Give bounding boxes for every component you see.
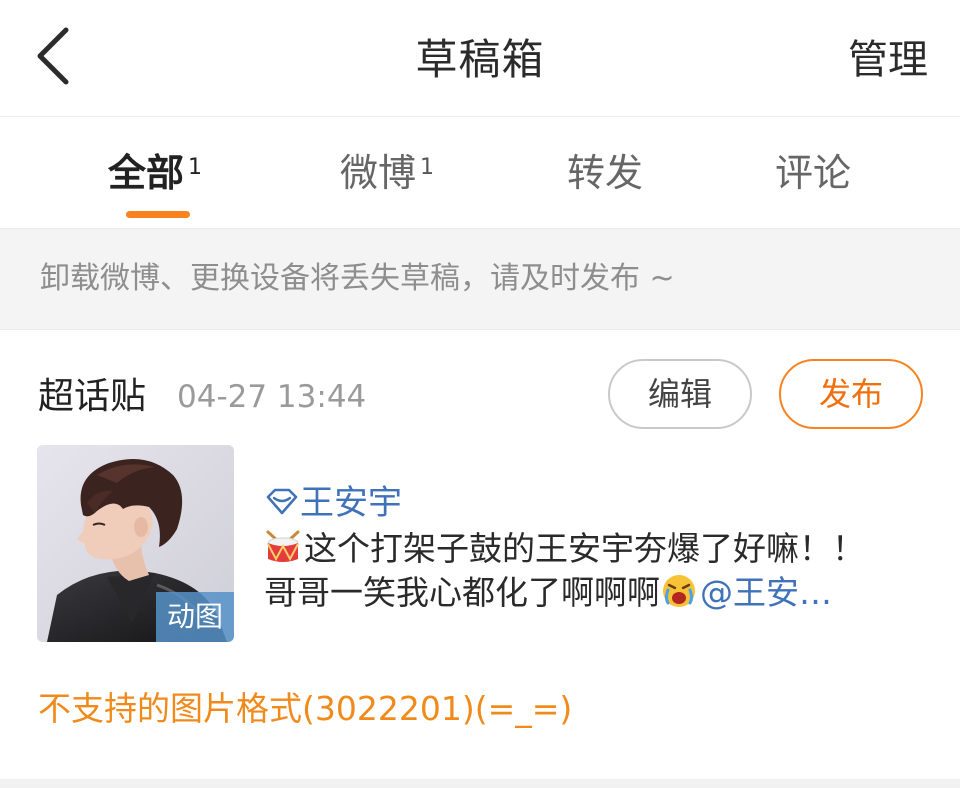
filter-tabs: 全部 1 微博 1 转发 评论	[0, 117, 960, 227]
tab-count: 1	[188, 155, 203, 180]
manage-button[interactable]: 管理	[848, 30, 928, 90]
super-topic-link[interactable]: 王安宇	[264, 481, 402, 525]
notice-banner: 卸载微博、更换设备将丢失草稿，请及时发布 ~	[0, 228, 960, 330]
tab-comment[interactable]: 评论	[775, 145, 851, 205]
tab-repost[interactable]: 转发	[567, 145, 643, 205]
drum-emoji-icon	[264, 528, 302, 566]
tab-weibo[interactable]: 微博 1	[340, 145, 434, 205]
tab-label: 评论	[775, 151, 852, 195]
gif-badge: 动图	[156, 592, 234, 642]
tab-all[interactable]: 全部 1	[108, 145, 202, 205]
image-format-error: 不支持的图片格式(3022201)(=_=)	[38, 689, 573, 728]
section-divider	[0, 779, 960, 788]
mention-link[interactable]: @王安…	[700, 573, 832, 612]
tab-label: 微博	[340, 151, 417, 195]
diamond-icon	[264, 486, 300, 516]
draft-text-line: 这个打架子鼓的王安宇夯爆了好嘛！！	[264, 527, 865, 571]
top-nav-bar: 草稿箱 管理	[0, 0, 960, 117]
notice-text: 卸载微博、更换设备将丢失草稿，请及时发布 ~	[40, 261, 675, 296]
tab-label: 转发	[567, 151, 644, 195]
super-topic-name: 王安宇	[300, 483, 402, 523]
tab-label: 全部	[108, 151, 185, 195]
crying-face-emoji-icon	[660, 572, 698, 610]
tab-count: 1	[420, 155, 435, 180]
publish-button[interactable]: 发布	[779, 359, 923, 429]
draft-text: 这个打架子鼓的王安宇夯爆了好嘛！！	[304, 529, 865, 568]
draft-timestamp: 04-27 13:44	[177, 379, 367, 415]
page-title: 草稿箱	[415, 35, 545, 84]
active-tab-indicator	[126, 211, 190, 218]
draft-thumbnail[interactable]: 动图	[37, 445, 234, 642]
draft-type-label: 超话贴	[38, 376, 147, 417]
draft-text: 哥哥一笑我心都化了啊啊啊	[264, 573, 660, 612]
draft-card: 超话贴 04-27 13:44 编辑 发布 动图 王安宇 这个打架子鼓的王安宇夯…	[0, 331, 960, 779]
edit-button[interactable]: 编辑	[608, 359, 752, 429]
draft-text-line: 哥哥一笑我心都化了啊啊啊 @王安…	[264, 571, 832, 615]
